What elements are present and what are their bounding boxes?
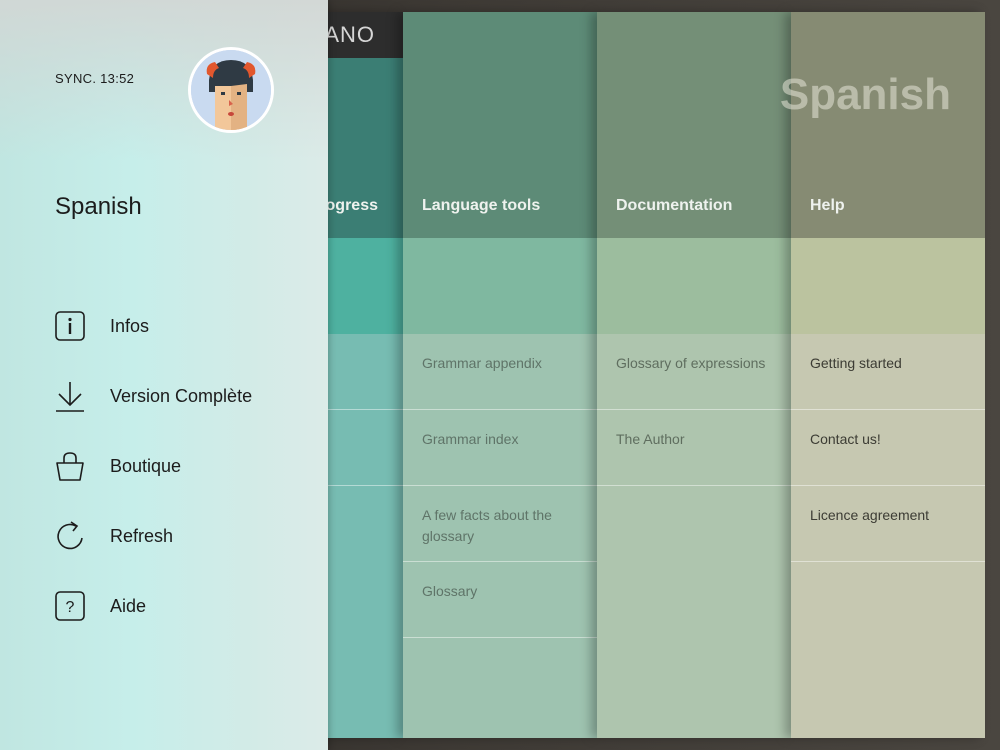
menu-item-refresh[interactable]: Refresh <box>52 514 312 558</box>
menu-item-infos[interactable]: Infos <box>52 304 312 348</box>
column-title-language-tools: Language tools <box>422 197 541 214</box>
list-item-label: A few facts about the glossary <box>422 507 552 544</box>
list-item[interactable]: Glossary <box>403 562 597 638</box>
list-item-label: Contact us! <box>810 431 881 447</box>
list-item-label: Grammar appendix <box>422 355 542 371</box>
language-title: Spanish <box>779 70 951 119</box>
column-band-language-tools <box>403 238 597 334</box>
column-body-language-tools: Grammar appendix Grammar index A few fac… <box>403 334 597 738</box>
sync-status: SYNC. 13:52 <box>55 71 135 86</box>
list-item[interactable]: Grammar appendix <box>403 334 597 410</box>
menu-item-boutique[interactable]: Boutique <box>52 444 312 488</box>
list-item[interactable]: Licence agreement <box>791 486 985 562</box>
menu-item-label: Refresh <box>110 525 174 546</box>
download-icon <box>52 378 88 414</box>
list-item[interactable]: A few facts about the glossary <box>403 486 597 562</box>
shopping-bag-icon <box>52 448 88 484</box>
app-window: ANO Progress Language tools Grammar appe… <box>0 0 1000 750</box>
list-item-label: Grammar index <box>422 431 519 447</box>
menu-item-label: Version Complète <box>110 385 253 406</box>
info-icon <box>52 308 88 344</box>
drawer-header-tint <box>0 0 328 160</box>
avatar[interactable] <box>188 47 274 133</box>
refresh-icon <box>52 518 88 554</box>
column-body-help: Getting started Contact us! Licence agre… <box>791 334 985 738</box>
list-item[interactable]: Getting started <box>791 334 985 410</box>
column-header-documentation[interactable]: Documentation <box>597 12 791 238</box>
list-item-label: Glossary <box>422 583 478 599</box>
column-band-help <box>791 238 985 334</box>
list-item-label: Licence agreement <box>810 507 930 523</box>
column-header-language-tools[interactable]: Language tools <box>403 12 597 238</box>
svg-text:?: ? <box>66 599 75 616</box>
avatar-icon <box>191 50 271 130</box>
column-header-help[interactable]: Spanish Help <box>780 12 985 238</box>
list-item[interactable]: Grammar index <box>403 410 597 486</box>
menu-item-label: Boutique <box>110 455 182 476</box>
menu-item-label: Aide <box>110 595 147 616</box>
column-help: Spanish Help Getting started Contact us!… <box>780 12 985 738</box>
column-band-documentation <box>597 238 791 334</box>
list-item[interactable]: The Author <box>597 410 791 486</box>
side-drawer: SYNC. 13:52 Spanish Infos Version Complè… <box>0 0 328 750</box>
column-title-documentation: Documentation <box>616 197 733 214</box>
drawer-title: Spanish <box>55 193 142 220</box>
column-documentation: Documentation Glossary of expressions Th… <box>597 12 791 738</box>
list-item-label: Getting started <box>810 355 902 371</box>
list-item[interactable]: Glossary of expressions <box>597 334 791 410</box>
column-title-help: Help <box>810 197 845 214</box>
menu-item-version-complete[interactable]: Version Complète <box>52 374 312 418</box>
help-icon: ? <box>52 588 88 624</box>
column-body-documentation: Glossary of expressions The Author <box>597 334 791 738</box>
list-item[interactable]: Contact us! <box>791 410 985 486</box>
menu-item-label: Infos <box>110 315 150 336</box>
list-item-label: The Author <box>616 431 685 447</box>
column-language-tools: Language tools Grammar appendix Grammar … <box>403 12 597 738</box>
menu-item-aide[interactable]: ? Aide <box>52 584 312 628</box>
list-item-label: Glossary of expressions <box>616 355 766 371</box>
